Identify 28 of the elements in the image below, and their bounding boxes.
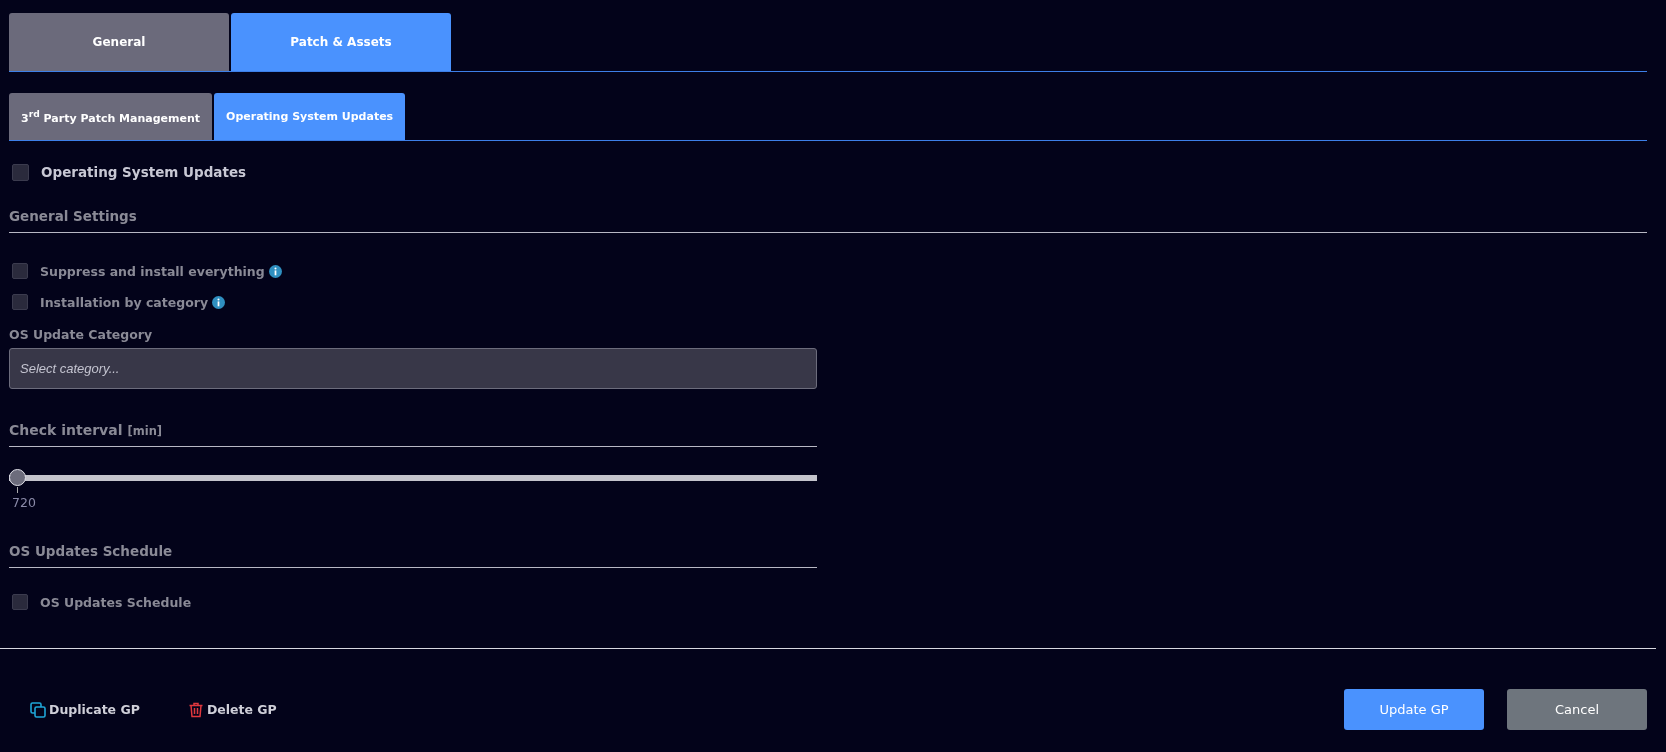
unit-label: [min]	[127, 424, 163, 438]
duplicate-button[interactable]: Duplicate GP	[30, 701, 140, 718]
checkbox-label: Installation by category	[40, 294, 209, 310]
cancel-button[interactable]: Cancel	[1507, 689, 1647, 730]
checkbox[interactable]	[12, 163, 29, 181]
delete-button[interactable]: Delete GP	[187, 701, 277, 718]
copy-icon	[30, 701, 46, 718]
section-heading: Check interval	[9, 422, 123, 438]
tab[interactable]: 3$^{rd}$ Party Patch Management	[9, 93, 213, 140]
checkbox[interactable]	[12, 294, 28, 310]
tab[interactable]: Operating System Updates	[214, 93, 406, 140]
checkbox[interactable]	[12, 263, 28, 279]
checkbox-label: Operating System Updates	[41, 164, 247, 180]
tab[interactable]: General	[9, 13, 229, 71]
checkbox-label: OS Updates Schedule	[40, 594, 192, 610]
trash-icon	[187, 701, 204, 718]
section-heading: General Settings	[9, 208, 138, 224]
slider-value: 720	[12, 495, 37, 510]
update-button[interactable]: Update GP	[1344, 689, 1484, 730]
checkbox-label: Suppress and install everything	[40, 263, 265, 279]
checkbox[interactable]	[12, 594, 28, 610]
field-label: OS Update Category	[9, 327, 154, 342]
tab[interactable]: Patch & Assets	[231, 13, 451, 71]
select-field[interactable]: Select category...	[9, 348, 817, 389]
section-heading: OS Updates Schedule	[9, 543, 174, 559]
info-icon[interactable]	[268, 264, 282, 278]
slider-thumb[interactable]	[9, 469, 26, 486]
info-icon[interactable]	[212, 295, 226, 309]
